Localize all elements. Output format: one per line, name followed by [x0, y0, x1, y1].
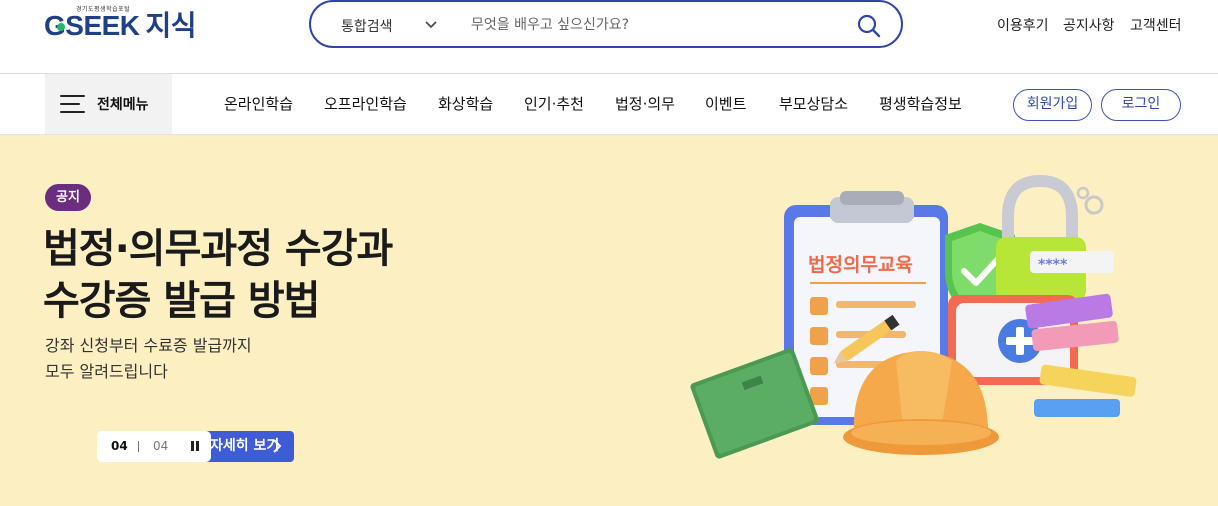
- nav-item-parent-counseling[interactable]: 부모상담소: [779, 93, 848, 114]
- nav-item-online-learning[interactable]: 온라인학습: [224, 93, 293, 114]
- mandatory-education-illustration: 법정의무교육 ****: [690, 175, 1137, 459]
- logo-wordmark: GSEEK 지식: [44, 10, 197, 42]
- search-bar: 통합검색: [309, 0, 903, 48]
- login-button[interactable]: 로그인: [1101, 89, 1181, 121]
- chevron-right-icon: [273, 439, 282, 453]
- search-icon[interactable]: [855, 12, 883, 40]
- slide-pager: 04 04: [97, 431, 211, 462]
- pause-icon[interactable]: [191, 441, 199, 452]
- hero-banner[interactable]: 공지 법정·의무과정 수강과 수강증 발급 방법 강좌 신청부터 수료증 발급까…: [0, 135, 1218, 506]
- signup-button[interactable]: 회원가입: [1013, 89, 1092, 121]
- all-menu-button[interactable]: 전체메뉴: [45, 74, 172, 134]
- nav-item-lifelong-info[interactable]: 평생학습정보: [879, 93, 962, 114]
- notice-link[interactable]: 공지사항: [1063, 15, 1115, 35]
- gseek-logo[interactable]: 경기도평생학습포털 GSEEK 지식: [44, 4, 214, 44]
- customer-center-link[interactable]: 고객센터: [1130, 15, 1182, 35]
- main-nav: 전체메뉴 온라인학습 오프라인학습 화상학습 인기·추천 법정·의무 이벤트 부…: [0, 73, 1218, 135]
- pager-current: 04: [111, 439, 128, 453]
- pager-divider: [138, 441, 139, 452]
- search-category-select[interactable]: 통합검색: [341, 16, 393, 36]
- banner-title-line1: 법정·의무과정 수강과: [43, 226, 393, 272]
- search-input[interactable]: [471, 12, 841, 38]
- banner-desc-line2: 모두 알려드립니다: [45, 362, 168, 381]
- hamburger-icon: [60, 95, 85, 115]
- top-bar: 경기도평생학습포털 GSEEK지식 통합검색 이용후기 공지사항 고객센터: [0, 0, 1218, 73]
- illustration-label: 법정의무교육: [808, 254, 913, 276]
- notice-badge: 공지: [45, 184, 91, 211]
- banner-desc-line1: 강좌 신청부터 수료증 발급까지: [45, 336, 252, 355]
- logo-dot-icon: [57, 23, 65, 31]
- logo-korean-text: 지식: [145, 10, 197, 41]
- banner-title-line2: 수강증 발급 방법: [43, 278, 320, 324]
- banner-description: 강좌 신청부터 수료증 발급까지 모두 알려드립니다: [45, 333, 252, 385]
- nav-item-events[interactable]: 이벤트: [705, 93, 746, 114]
- nav-item-offline-learning[interactable]: 오프라인학습: [324, 93, 407, 114]
- view-details-label: 자세히 보기: [210, 438, 280, 454]
- password-mask: ****: [1038, 257, 1068, 273]
- chevron-down-icon[interactable]: [423, 16, 439, 32]
- all-menu-label: 전체메뉴: [97, 97, 149, 113]
- banner-title: 법정·의무과정 수강과 수강증 발급 방법: [43, 223, 393, 327]
- nav-item-video-learning[interactable]: 화상학습: [438, 93, 493, 114]
- pager-total: 04: [153, 439, 169, 453]
- nav-item-popular[interactable]: 인기·추천: [524, 93, 584, 114]
- nav-item-mandatory[interactable]: 법정·의무: [615, 93, 675, 114]
- reviews-link[interactable]: 이용후기: [997, 15, 1049, 35]
